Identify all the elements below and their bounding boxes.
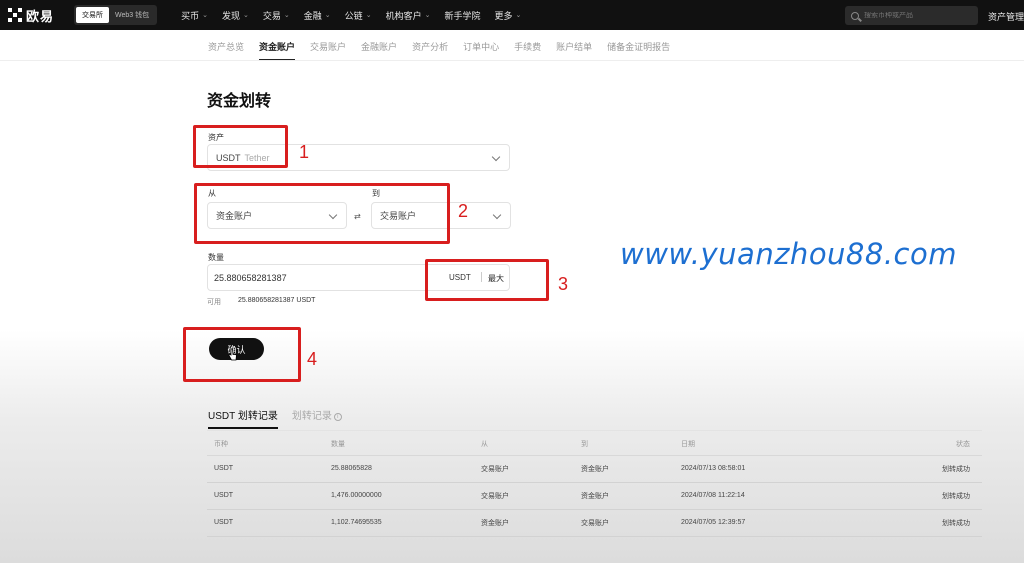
chevron-down-icon: ⌄ bbox=[515, 12, 522, 19]
annotation-box-4 bbox=[183, 327, 301, 382]
subnav-analysis[interactable]: 资产分析 bbox=[412, 34, 448, 60]
annotation-number-2: 2 bbox=[458, 201, 469, 221]
cell-from: 资金账户 bbox=[474, 509, 574, 537]
cell-to: 资金账户 bbox=[574, 455, 674, 483]
tab-transfer-records[interactable]: 划转记录 i bbox=[292, 407, 342, 429]
nav-item-institutional[interactable]: 机构客户 ⌄ bbox=[386, 9, 431, 22]
amount-label: 数量 bbox=[208, 253, 224, 262]
annotation-number-4: 4 bbox=[307, 349, 318, 369]
chevron-down-icon bbox=[491, 152, 501, 162]
table-header-row: 币种 数量 从 到 日期 状态 bbox=[207, 433, 982, 456]
main-menu: 买币 ⌄ 发现 ⌄ 交易 ⌄ 金融 ⌄ 公链 ⌄ 机构客户 ⌄ 新手学院 更多 ⌄ bbox=[181, 9, 535, 22]
subnav-trading-account[interactable]: 交易账户 bbox=[310, 34, 346, 60]
nav-item-finance[interactable]: 金融 ⌄ bbox=[304, 9, 331, 22]
available-label: 可用 bbox=[207, 299, 221, 306]
chevron-down-icon: ⌄ bbox=[365, 12, 372, 19]
tab-usdt-transfer-records[interactable]: USDT 划转记录 bbox=[208, 407, 278, 429]
chevron-down-icon: ⌄ bbox=[202, 12, 208, 19]
cell-status: 划转成功 bbox=[864, 509, 982, 537]
table-row: USDT 1,476.00000000 交易账户 资金账户 2024/07/08… bbox=[207, 482, 982, 510]
column-header: 数量 bbox=[324, 433, 474, 456]
subnav-fees[interactable]: 手续费 bbox=[514, 34, 541, 60]
annotation-box-3 bbox=[425, 259, 549, 301]
cell-date: 2024/07/08 11:22:14 bbox=[674, 482, 864, 510]
search-input[interactable] bbox=[864, 12, 974, 19]
cell-amount: 25.88065828 bbox=[324, 455, 474, 483]
table-row: USDT 25.88065828 交易账户 资金账户 2024/07/13 08… bbox=[207, 455, 982, 483]
cell-currency: USDT bbox=[207, 482, 324, 510]
cell-to: 资金账户 bbox=[574, 482, 674, 510]
search-icon bbox=[851, 11, 859, 20]
cell-status: 划转成功 bbox=[864, 455, 982, 483]
column-header: 到 bbox=[574, 433, 674, 456]
subnav-statements[interactable]: 账户结单 bbox=[556, 34, 592, 60]
info-icon: i bbox=[333, 413, 342, 421]
asset-subnav: 资产总览 资金账户 交易账户 金融账户 资产分析 订单中心 手续费 账户结单 储… bbox=[208, 34, 685, 61]
chevron-down-icon: ⌄ bbox=[424, 12, 431, 19]
chevron-down-icon: ⌄ bbox=[243, 12, 249, 19]
records-tabs: USDT 划转记录 划转记录 i bbox=[208, 407, 356, 429]
cell-currency: USDT bbox=[207, 455, 324, 483]
subnav-orders[interactable]: 订单中心 bbox=[463, 34, 499, 60]
cell-from: 交易账户 bbox=[474, 455, 574, 483]
annotation-number-3: 3 bbox=[558, 274, 569, 294]
divider bbox=[0, 60, 1024, 61]
column-header: 日期 bbox=[674, 433, 864, 456]
mode-switch: 交易所 Web3 钱包 bbox=[74, 5, 158, 25]
cell-currency: USDT bbox=[207, 509, 324, 537]
brand-logo[interactable]: 欧易 bbox=[8, 6, 68, 25]
amount-value: 25.880658281387 bbox=[214, 273, 287, 283]
records-table: 币种 数量 从 到 日期 状态 USDT 25.88065828 交易账户 资金… bbox=[207, 433, 982, 537]
brand-name: 欧易 bbox=[26, 8, 55, 24]
asset-manage-link[interactable]: 资产管理 bbox=[988, 10, 1024, 23]
cell-amount: 1,102.74695535 bbox=[324, 509, 474, 537]
watermark-text: www.yuanzhou88.com bbox=[620, 237, 957, 271]
top-nav: 欧易 交易所 Web3 钱包 买币 ⌄ 发现 ⌄ 交易 ⌄ 金融 ⌄ 公链 ⌄ 机构客户 ⌄… bbox=[0, 0, 1024, 30]
nav-item-more[interactable]: 更多 ⌄ bbox=[494, 9, 521, 22]
cell-amount: 1,476.00000000 bbox=[324, 482, 474, 510]
subnav-funding-account[interactable]: 资金账户 bbox=[259, 34, 296, 61]
column-header: 状态 bbox=[864, 433, 982, 456]
mode-web3-tab[interactable]: Web3 钱包 bbox=[109, 7, 155, 23]
annotation-box-2 bbox=[194, 183, 450, 244]
cell-date: 2024/07/05 12:39:57 bbox=[674, 509, 864, 537]
cell-from: 交易账户 bbox=[474, 482, 574, 510]
page-title: 资金划转 bbox=[207, 93, 272, 110]
subnav-finance-account[interactable]: 金融账户 bbox=[361, 34, 397, 60]
column-header: 币种 bbox=[207, 433, 324, 456]
column-header: 从 bbox=[474, 433, 574, 456]
cell-status: 划转成功 bbox=[864, 482, 982, 510]
annotation-number-1: 1 bbox=[299, 142, 310, 162]
search-box[interactable] bbox=[845, 6, 978, 25]
subnav-proof-of-reserves[interactable]: 储备金证明报告 bbox=[607, 34, 670, 60]
nav-item-trade[interactable]: 交易 ⌄ bbox=[263, 9, 290, 22]
nav-item-discover[interactable]: 发现 ⌄ bbox=[222, 9, 249, 22]
table-row: USDT 1,102.74695535 资金账户 交易账户 2024/07/05… bbox=[207, 509, 982, 537]
subnav-overview[interactable]: 资产总览 bbox=[208, 34, 244, 60]
available-value: 25.880658281387 USDT bbox=[238, 297, 316, 304]
cell-date: 2024/07/13 08:58:01 bbox=[674, 455, 864, 483]
okx-logo-icon bbox=[8, 8, 22, 22]
chevron-down-icon: ⌄ bbox=[324, 12, 331, 19]
nav-item-chain[interactable]: 公链 ⌄ bbox=[345, 9, 372, 22]
chevron-down-icon: ⌄ bbox=[283, 12, 290, 19]
chevron-down-icon bbox=[492, 210, 502, 220]
cell-to: 交易账户 bbox=[574, 509, 674, 537]
mode-exchange-tab[interactable]: 交易所 bbox=[76, 7, 109, 23]
nav-item-academy[interactable]: 新手学院 bbox=[444, 9, 480, 22]
nav-item-buy[interactable]: 买币 ⌄ bbox=[181, 9, 208, 22]
annotation-box-1 bbox=[193, 125, 288, 168]
divider bbox=[207, 430, 982, 431]
